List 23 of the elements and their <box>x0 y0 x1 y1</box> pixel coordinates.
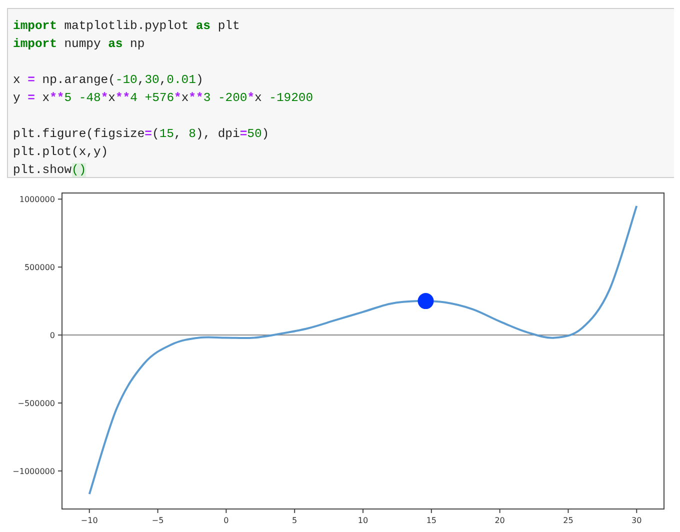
x-tick-label: 10 <box>358 516 368 525</box>
code-line: plt.plot(x,y) <box>13 144 110 161</box>
code-line: plt.show() <box>13 162 88 179</box>
x-tick-label: 20 <box>494 516 505 525</box>
y-tick-label: −500000 <box>18 398 55 408</box>
x-tick-label: 30 <box>632 516 642 525</box>
x-tick-label: 0 <box>224 516 229 525</box>
code-line: x = np.arange(-10,30,0.01) <box>13 72 204 89</box>
x-tick-label: 5 <box>292 516 298 525</box>
y-tick-label: 500000 <box>24 263 55 272</box>
x-tick-label: −5 <box>152 516 164 525</box>
x-tick-label: 25 <box>563 516 574 525</box>
code-line: y = x**5 -48*x**4 +576*x**3 -200*x -19200 <box>13 90 314 107</box>
y-tick-label: 1000000 <box>19 195 55 204</box>
x-tick-label: 15 <box>426 516 436 525</box>
marker-dot <box>418 293 434 310</box>
code-line: plt.figure(figsize=(15, 8), dpi=50) <box>13 126 270 143</box>
code-cell[interactable]: import matplotlib.pyplot as plt import numpy as np x = np.arange(-10,30,0.01) y = x**5 -48*x**4 +576*x**3 -200*x -19200 plt.figure(figsize=(15, 8), dpi=50) plt.plot(x,y) plt.show() <box>7 8 674 178</box>
code-line: import matplotlib.pyplot as plt <box>13 18 241 35</box>
x-tick-label: −10 <box>80 516 98 525</box>
code-line: import numpy as np <box>13 36 146 53</box>
y-tick-label: −1000000 <box>12 466 55 476</box>
y-tick-label: 0 <box>50 331 55 340</box>
